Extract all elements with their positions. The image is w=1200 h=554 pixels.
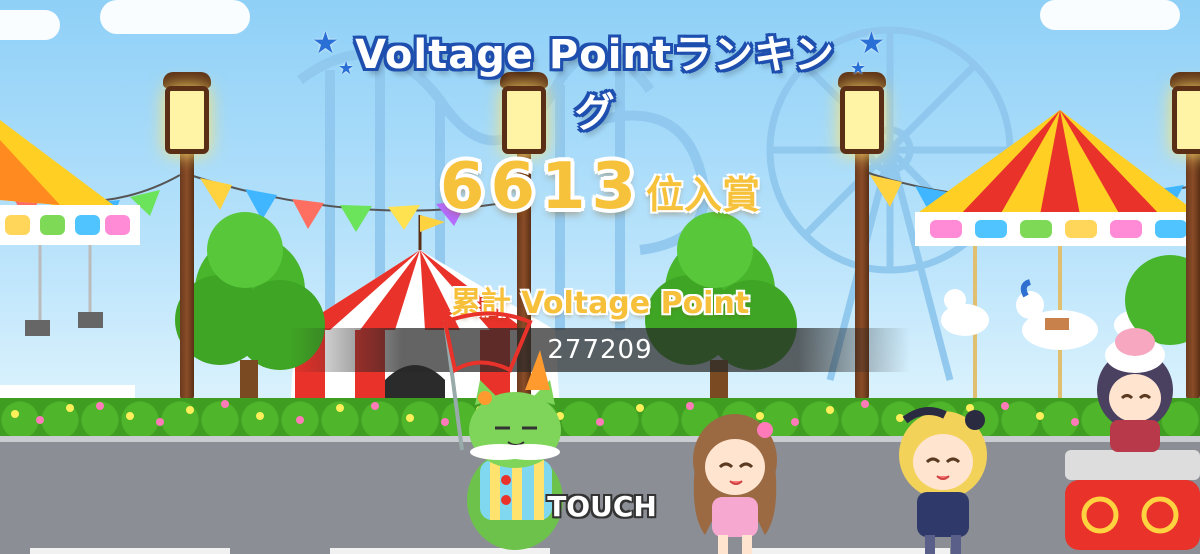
- rank-suffix: 位入賞: [646, 173, 761, 217]
- rank-result: 6613 位入賞: [430, 150, 770, 224]
- street-lamp-light: [1172, 86, 1200, 154]
- title-prefix: Voltage Point: [355, 32, 673, 78]
- idol-brown-hair: [693, 414, 777, 554]
- hedge-flowers: [11, 400, 1154, 426]
- star-icon: ★: [312, 26, 339, 61]
- total-voltage-point-value: 277209: [547, 335, 653, 365]
- ranking-title: Voltage Pointランキング: [345, 22, 845, 138]
- road-line: [30, 548, 230, 554]
- idol-blonde: [899, 407, 987, 554]
- ranking-result-screen[interactable]: ★ ★ ★ ★ Voltage Pointランキング 6613 位入賞 累計 V…: [0, 0, 1200, 554]
- street-lamp-light: [840, 86, 884, 154]
- carousel-left: [0, 120, 140, 399]
- touch-prompt[interactable]: TOUCH: [544, 490, 660, 523]
- star-icon: ★: [850, 58, 867, 79]
- rank-number: 6613: [439, 150, 643, 224]
- total-voltage-point-bar: 277209: [290, 328, 910, 372]
- idol-dark-hair-hat: [1065, 328, 1200, 550]
- star-icon: ★: [858, 26, 885, 61]
- street-lamp-light: [165, 86, 209, 154]
